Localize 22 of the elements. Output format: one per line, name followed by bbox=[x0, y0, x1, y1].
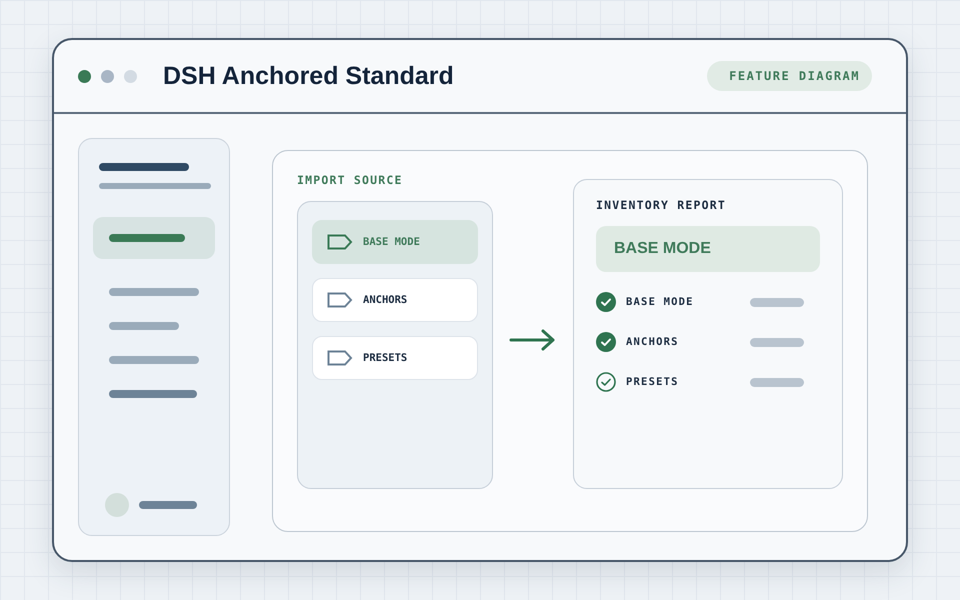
value-placeholder bbox=[750, 298, 804, 306]
source-item[interactable]: PRESETS bbox=[312, 336, 478, 380]
window-control[interactable] bbox=[78, 70, 91, 82]
tag-icon bbox=[327, 234, 353, 250]
highlight-banner: BASE MODE bbox=[596, 226, 820, 272]
window-title: DSH Anchored Standard bbox=[163, 62, 455, 90]
report-title: INVENTORY REPORT bbox=[596, 198, 727, 212]
report-row-label: PRESETS bbox=[626, 376, 680, 388]
tag-icon bbox=[327, 350, 353, 366]
source-item[interactable]: BASE MODE bbox=[312, 220, 478, 264]
value-placeholder bbox=[750, 378, 804, 386]
value-placeholder bbox=[750, 338, 804, 346]
sidebar-item[interactable] bbox=[93, 217, 215, 259]
user-placeholder bbox=[139, 501, 197, 509]
tag-icon bbox=[327, 292, 353, 308]
arrow-icon bbox=[509, 328, 557, 352]
report-row-label: ANCHORS bbox=[626, 336, 680, 348]
source-item[interactable]: ANCHORS bbox=[312, 278, 478, 322]
avatar bbox=[105, 493, 129, 517]
report-row-label: BASE MODE bbox=[626, 296, 695, 308]
diagram-badge: FEATURE DIAGRAM bbox=[707, 61, 872, 91]
section-title: IMPORT SOURCE bbox=[297, 173, 404, 187]
